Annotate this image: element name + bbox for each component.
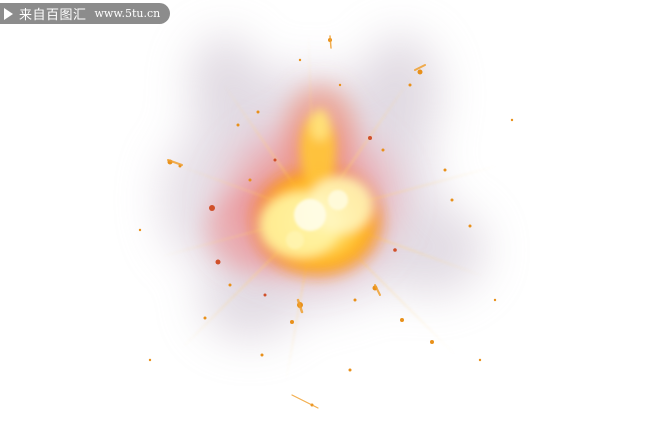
explosion-image <box>138 35 514 409</box>
watermark-site-name: 来自百图汇 <box>19 8 87 23</box>
watermark-url: www.5tu.cn <box>94 7 161 20</box>
play-arrow-icon <box>4 7 13 20</box>
watermark-badge: 来自百图汇 www.5tu.cn <box>0 3 171 24</box>
